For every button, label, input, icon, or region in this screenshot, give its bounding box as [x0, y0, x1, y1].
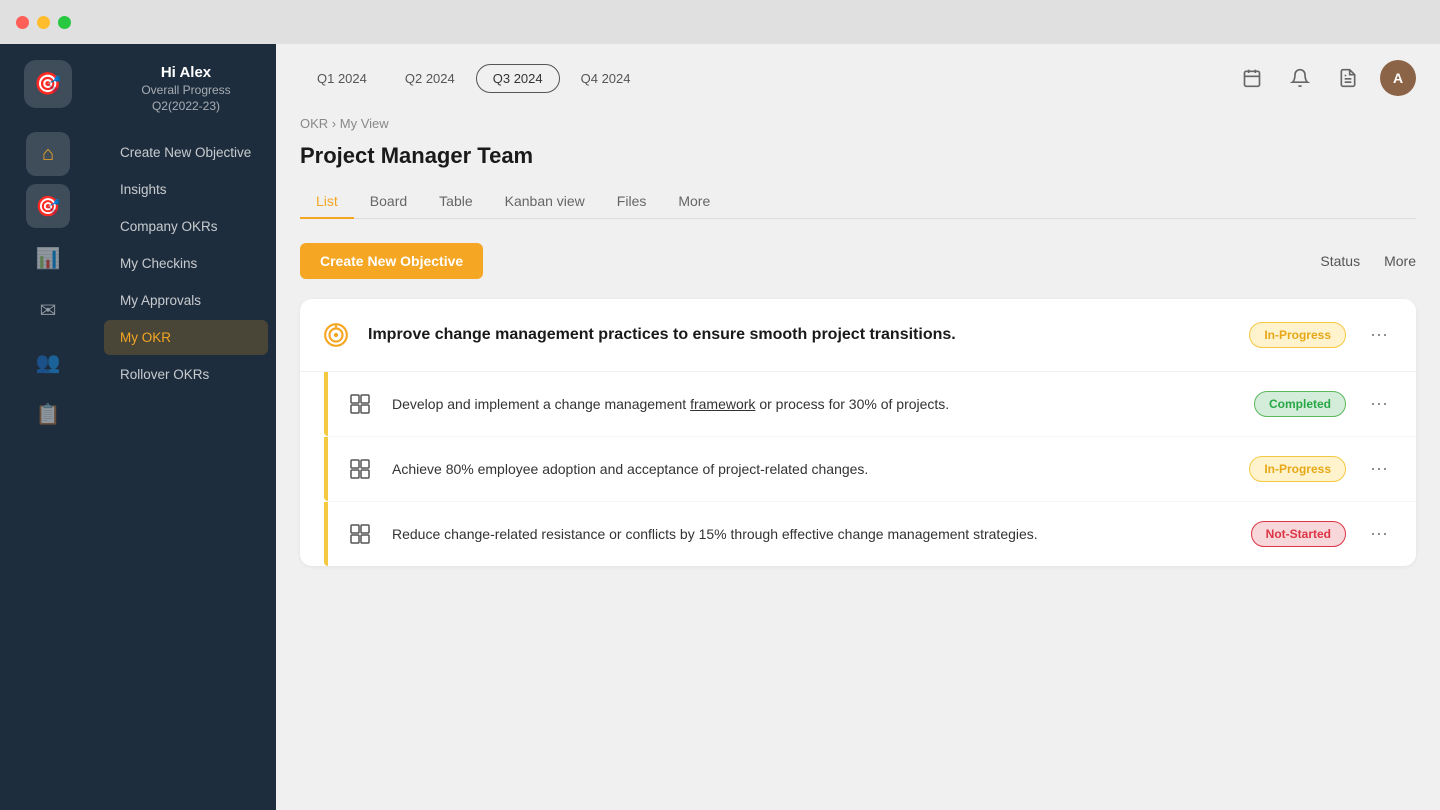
nav-mail[interactable]: ✉	[26, 288, 70, 332]
sidebar: Hi Alex Overall Progress Q2(2022-23) Cre…	[96, 44, 276, 810]
sidebar-item-company-okrs[interactable]: Company OKRs	[104, 209, 268, 244]
breadcrumb: OKR › My View	[300, 116, 1416, 131]
quarter-tabs: Q1 2024 Q2 2024 Q3 2024 Q4 2024	[300, 64, 648, 93]
tab-more[interactable]: More	[662, 185, 726, 219]
kr-connector-3	[324, 502, 328, 566]
kr-text-2: Achieve 80% employee adoption and accept…	[392, 459, 1233, 479]
topbar-icons: A	[1236, 60, 1416, 96]
kr-status-badge-2: In-Progress	[1249, 456, 1346, 482]
content-area: OKR › My View Project Manager Team List …	[276, 96, 1440, 810]
quarter-tab-q1[interactable]: Q1 2024	[300, 64, 384, 93]
kr-icon-3	[344, 518, 376, 550]
window-chrome	[0, 0, 1440, 44]
kr-row-2: Achieve 80% employee adoption and accept…	[324, 437, 1416, 502]
user-avatar[interactable]: A	[1380, 60, 1416, 96]
user-progress-label: Overall Progress	[112, 83, 260, 97]
more-label: More	[1384, 253, 1416, 269]
kr-text-3: Reduce change-related resistance or conf…	[392, 524, 1235, 544]
breadcrumb-myview: My View	[340, 116, 389, 131]
kr-icon-1	[344, 388, 376, 420]
sidebar-item-my-okr[interactable]: My OKR	[104, 320, 268, 355]
kr-row-1: Develop and implement a change managemen…	[324, 372, 1416, 437]
nav-okr[interactable]: 🎯	[26, 184, 70, 228]
topbar: Q1 2024 Q2 2024 Q3 2024 Q4 2024	[276, 44, 1440, 96]
user-period: Q2(2022-23)	[112, 99, 260, 113]
status-label: Status	[1320, 253, 1360, 269]
key-results-1: Develop and implement a change managemen…	[300, 371, 1416, 566]
main-content: Q1 2024 Q2 2024 Q3 2024 Q4 2024	[276, 44, 1440, 810]
create-objective-button[interactable]: Create New Objective	[300, 243, 483, 279]
objective-text-1: Improve change management practices to e…	[368, 323, 1233, 346]
action-bar: Create New Objective Status More	[300, 243, 1416, 279]
objective-more-button-1[interactable]: ⋯	[1362, 321, 1396, 350]
kr-status-badge-1: Completed	[1254, 391, 1346, 417]
sidebar-item-my-approvals[interactable]: My Approvals	[104, 283, 268, 318]
kr-more-button-2[interactable]: ⋯	[1362, 455, 1396, 484]
tab-kanban[interactable]: Kanban view	[489, 185, 601, 219]
sidebar-item-create-new-objective[interactable]: Create New Objective	[104, 135, 268, 170]
kr-text-1: Develop and implement a change managemen…	[392, 394, 1238, 414]
kr-row-3: Reduce change-related resistance or conf…	[324, 502, 1416, 566]
objective-header-1: Improve change management practices to e…	[300, 299, 1416, 371]
minimize-button[interactable]	[37, 16, 50, 29]
sidebar-user: Hi Alex Overall Progress Q2(2022-23)	[96, 64, 276, 133]
objective-status-badge-1: In-Progress	[1249, 322, 1346, 348]
view-tabs: List Board Table Kanban view Files More	[300, 185, 1416, 219]
icon-rail: 🎯 ⌂ 🎯 📊 ✉ 👥 📋	[0, 44, 96, 810]
calendar-icon[interactable]	[1236, 62, 1268, 94]
breadcrumb-okr: OKR	[300, 116, 328, 131]
breadcrumb-separator: ›	[332, 116, 340, 131]
sidebar-item-insights[interactable]: Insights	[104, 172, 268, 207]
nav-chart[interactable]: 📊	[26, 236, 70, 280]
tab-board[interactable]: Board	[354, 185, 423, 219]
user-greeting: Hi Alex	[112, 64, 260, 81]
tab-list[interactable]: List	[300, 185, 354, 219]
sidebar-item-my-checkins[interactable]: My Checkins	[104, 246, 268, 281]
kr-connector-1	[324, 372, 328, 436]
kr-more-button-3[interactable]: ⋯	[1362, 520, 1396, 549]
kr-status-badge-3: Not-Started	[1251, 521, 1346, 547]
kr-more-button-1[interactable]: ⋯	[1362, 390, 1396, 419]
maximize-button[interactable]	[58, 16, 71, 29]
tab-table[interactable]: Table	[423, 185, 488, 219]
page-title: Project Manager Team	[300, 143, 1416, 169]
nav-home[interactable]: ⌂	[26, 132, 70, 176]
close-button[interactable]	[16, 16, 29, 29]
quarter-tab-q4[interactable]: Q4 2024	[564, 64, 648, 93]
objective-card-1: Improve change management practices to e…	[300, 299, 1416, 566]
objective-target-icon	[320, 319, 352, 351]
nav-users[interactable]: 👥	[26, 340, 70, 384]
quarter-tab-q2[interactable]: Q2 2024	[388, 64, 472, 93]
quarter-tab-q3[interactable]: Q3 2024	[476, 64, 560, 93]
tab-files[interactable]: Files	[601, 185, 663, 219]
app-logo[interactable]: 🎯	[24, 60, 72, 108]
kr-icon-2	[344, 453, 376, 485]
action-right: Status More	[1320, 253, 1416, 269]
nav-clipboard[interactable]: 📋	[26, 392, 70, 436]
app-container: 🎯 ⌂ 🎯 📊 ✉ 👥 📋 Hi Alex Overall Progress Q…	[0, 0, 1440, 810]
bell-icon[interactable]	[1284, 62, 1316, 94]
kr-connector-2	[324, 437, 328, 501]
doc-icon[interactable]	[1332, 62, 1364, 94]
sidebar-item-rollover-okrs[interactable]: Rollover OKRs	[104, 357, 268, 392]
